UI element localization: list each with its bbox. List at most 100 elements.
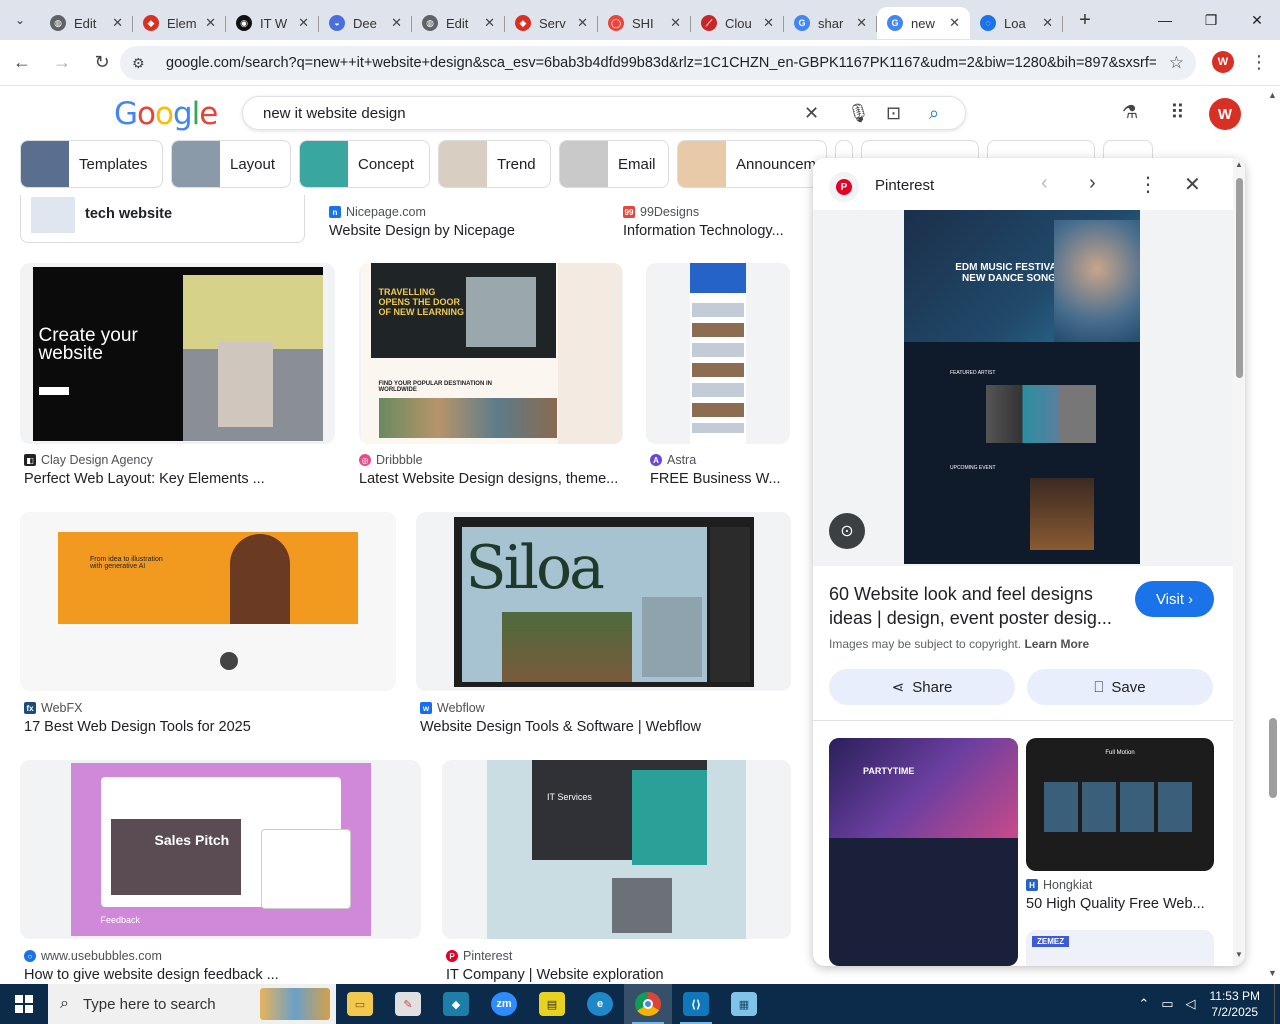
save-button[interactable]: ⎕ Save	[1027, 669, 1213, 705]
tab-close-icon[interactable]: ✕	[577, 15, 588, 31]
result-title[interactable]: FREE Business W...	[650, 471, 785, 487]
vscode-icon[interactable]: ⟨⟩	[672, 984, 720, 1024]
clock[interactable]: 11:53 PM 7/2/2025	[1210, 988, 1260, 1020]
result-title[interactable]: Website Design Tools & Software | Webflo…	[420, 719, 780, 735]
search-input[interactable]	[263, 104, 783, 122]
scroll-down-icon[interactable]: ▼	[1268, 968, 1277, 978]
paint-app-icon[interactable]: ✎	[384, 984, 432, 1024]
result-image-clay[interactable]: Create your website	[20, 263, 335, 444]
google-profile-avatar[interactable]: W	[1209, 98, 1241, 130]
browser-tab[interactable]: ◍ Edit ✕	[40, 7, 133, 39]
result-title[interactable]: How to give website design feedback ...	[24, 967, 414, 983]
filter-chip[interactable]: Templates	[20, 140, 163, 188]
file-explorer-icon[interactable]: ▭	[336, 984, 384, 1024]
visit-button[interactable]: Visit ›	[1135, 581, 1214, 617]
browser-menu-icon[interactable]: ⋮	[1250, 52, 1268, 73]
share-button[interactable]: ⋖ Share	[829, 669, 1015, 705]
close-icon[interactable]: ✕	[1184, 172, 1201, 197]
volume-icon[interactable]: ◁	[1186, 996, 1196, 1012]
lens-search-icon[interactable]: ⊙	[829, 513, 865, 549]
result-title[interactable]: Information Technology...	[623, 223, 788, 239]
result-title[interactable]: Website Design by Nicepage	[329, 223, 599, 239]
more-options-icon[interactable]: ⋮	[1138, 172, 1158, 197]
browser-tab[interactable]: ◯ SHI ✕	[598, 7, 691, 39]
labs-flask-icon[interactable]: ⚗	[1122, 102, 1138, 123]
next-icon[interactable]: ›	[1089, 172, 1096, 195]
related-title[interactable]: 50 High Quality Free Web...	[1026, 896, 1216, 912]
apps-grid-icon[interactable]: ⠿	[1170, 100, 1185, 125]
related-image-hongkiat[interactable]: Full Motion	[1026, 738, 1214, 871]
zoom-app-icon[interactable]: zm	[480, 984, 528, 1024]
browser-tab[interactable]: Gnew ✕	[877, 7, 970, 39]
previous-icon[interactable]: ‹	[1041, 172, 1048, 195]
tab-close-icon[interactable]: ✕	[949, 15, 960, 31]
tab-close-icon[interactable]: ✕	[856, 15, 867, 31]
panel-scroll-up-icon[interactable]: ▲	[1235, 160, 1243, 169]
result-image-webflow[interactable]: Siloa	[416, 512, 791, 691]
maximize-icon[interactable]: ❐	[1188, 0, 1234, 40]
start-button[interactable]	[0, 984, 48, 1024]
result-title[interactable]: Perfect Web Layout: Key Elements ...	[24, 471, 324, 487]
result-title[interactable]: IT Company | Website exploration	[446, 967, 786, 983]
search-icon[interactable]: ⌕	[929, 103, 939, 124]
browser-tab[interactable]: ◍ Edit ✕	[412, 7, 505, 39]
reload-button[interactable]: ↻	[84, 45, 120, 81]
microphone-icon[interactable]: 🎙	[847, 103, 870, 124]
panel-main-image[interactable]: EDM MUSIC FESTIVAL NEW DANCE SONG FEATUR…	[813, 210, 1233, 566]
bookmark-star-icon[interactable]: ☆	[1169, 53, 1184, 73]
learn-more-link[interactable]: Learn More	[1024, 637, 1089, 651]
tab-close-icon[interactable]: ✕	[112, 15, 123, 31]
close-window-icon[interactable]: ✕	[1234, 0, 1280, 40]
forward-button[interactable]: →	[44, 45, 80, 81]
camera-search-icon[interactable]: ⊡	[886, 103, 901, 124]
network-icon[interactable]: ▭	[1161, 996, 1173, 1012]
result-image-usebubbles[interactable]: Sales Pitch Feedback	[20, 760, 421, 939]
browser-tab[interactable]: ◌ Loa ✕	[970, 7, 1063, 39]
related-search-card[interactable]: tech website	[20, 195, 305, 243]
result-title[interactable]: 17 Best Web Design Tools for 2025	[24, 719, 384, 735]
tab-close-icon[interactable]: ✕	[1042, 15, 1053, 31]
scroll-up-icon[interactable]: ▲	[1268, 90, 1277, 100]
panel-scrollbar[interactable]: ▲ ▼	[1233, 158, 1245, 966]
panel-scroll-down-icon[interactable]: ▼	[1235, 950, 1243, 959]
panel-source-name[interactable]: Pinterest	[875, 177, 934, 194]
result-title[interactable]: Latest Website Design designs, theme...	[359, 471, 621, 487]
tab-close-icon[interactable]: ✕	[763, 15, 774, 31]
browser-tab[interactable]: ◒ Dee ✕	[319, 7, 412, 39]
result-image-astra[interactable]	[646, 263, 790, 444]
site-info-icon[interactable]: ⚙	[132, 55, 154, 72]
taskbar-search[interactable]: ⌕ Type here to search	[48, 984, 336, 1024]
filter-chip[interactable]: Email	[559, 140, 669, 188]
result-image-dribbble[interactable]: TRAVELLING OPENS THE DOOR OF NEW LEARNIN…	[359, 263, 623, 444]
tab-search-button[interactable]: ⌄	[0, 0, 40, 40]
browser-tab[interactable]: Gshar ✕	[784, 7, 877, 39]
panel-title[interactable]: 60 Website look and feel designs ideas |…	[829, 582, 1129, 630]
minimize-icon[interactable]: —	[1142, 0, 1188, 40]
tab-close-icon[interactable]: ✕	[298, 15, 309, 31]
result-image-pinterest-itco[interactable]: IT Services	[442, 760, 791, 939]
browser-tab[interactable]: ⟋ Clou ✕	[691, 7, 784, 39]
tab-close-icon[interactable]: ✕	[484, 15, 495, 31]
browser-profile-avatar[interactable]: W	[1212, 51, 1234, 73]
result-image-webfx[interactable]: From idea to illustration with generativ…	[20, 512, 396, 691]
browser-tab[interactable]: ◉ IT W ✕	[226, 7, 319, 39]
new-tab-button[interactable]: +	[1069, 4, 1101, 36]
clear-icon[interactable]: ✕	[804, 103, 819, 124]
app-diamond-icon[interactable]: ◆	[432, 984, 480, 1024]
tray-chevron-up-icon[interactable]: ⌃	[1138, 996, 1149, 1012]
filter-chip[interactable]: Concept	[299, 140, 430, 188]
filter-chip[interactable]: Trend	[438, 140, 551, 188]
google-logo[interactable]: Google	[114, 96, 218, 132]
filter-chip[interactable]: Announcem	[677, 140, 827, 188]
edge-browser-icon[interactable]: e	[576, 984, 624, 1024]
related-image-zemez[interactable]: ZEMEZ	[1026, 930, 1214, 966]
filter-chip[interactable]: Layout	[171, 140, 291, 188]
page-scrollbar[interactable]: ▲ ▼	[1266, 88, 1280, 984]
page-scrollbar-thumb[interactable]	[1269, 718, 1277, 798]
panel-scrollbar-thumb[interactable]	[1236, 178, 1243, 378]
tab-close-icon[interactable]: ✕	[205, 15, 216, 31]
notepad-icon[interactable]: ▦	[720, 984, 768, 1024]
tab-close-icon[interactable]: ✕	[391, 15, 402, 31]
sticky-notes-icon[interactable]: ▤	[528, 984, 576, 1024]
show-desktop-button[interactable]	[1274, 984, 1280, 1024]
